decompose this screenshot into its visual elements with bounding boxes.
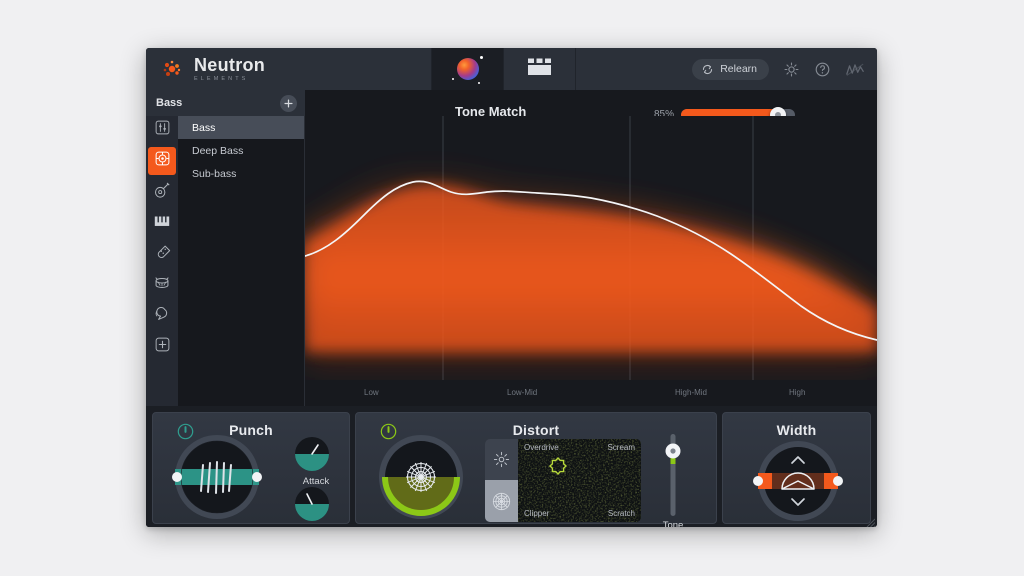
gradient-sphere-icon (457, 58, 479, 80)
sidebar-item-vocals[interactable] (148, 302, 176, 330)
relearn-button[interactable]: Relearn (692, 59, 769, 80)
tone-label: Tone (650, 520, 696, 527)
drum-icon (153, 274, 171, 296)
distort-mode-group (485, 439, 518, 522)
gear-icon[interactable] (783, 61, 800, 78)
punch-amount-knob[interactable] (167, 429, 267, 525)
distort-module: Distort (355, 412, 717, 524)
piano-keys-icon (153, 213, 171, 234)
plus-icon (284, 99, 293, 108)
list-item[interactable]: Bass (178, 116, 304, 139)
frequency-band-labels: Low Low-Mid High-Mid High (305, 388, 877, 402)
brand-name: Neutron (194, 56, 265, 74)
list-item[interactable]: Sub-bass (178, 162, 304, 185)
xy-label-overdrive: Overdrive (524, 443, 559, 452)
add-plus-icon (154, 336, 171, 358)
brand-logo-area: Neutron ELEMENTS (146, 48, 431, 90)
width-module: Width (722, 412, 871, 524)
header-tabs (431, 48, 575, 90)
sidebar-item-bass[interactable] (148, 147, 176, 175)
preset-header: Bass (146, 90, 305, 116)
waveform-icon[interactable] (845, 61, 865, 78)
band-label-low-mid: Low-Mid (507, 388, 537, 397)
header-actions: Relearn (575, 48, 877, 90)
sidebar-item-mixer[interactable] (148, 116, 176, 144)
attack-knob[interactable] (293, 435, 331, 473)
sidebar-item-add[interactable] (148, 333, 176, 361)
mandala-icon (492, 492, 511, 511)
preset-header-label: Bass (156, 97, 182, 109)
guitar-icon (153, 181, 171, 204)
sustain-label: Sustain (293, 526, 339, 527)
mandala-mode-button[interactable] (485, 480, 518, 522)
brand-subtitle: ELEMENTS (194, 77, 265, 83)
vocals-icon (153, 305, 171, 328)
band-label-low: Low (364, 388, 379, 397)
band-label-high-mid: High-Mid (675, 388, 707, 397)
preset-item-label: Sub-bass (192, 168, 236, 180)
preset-item-label: Bass (192, 122, 215, 134)
bass-target-icon (154, 150, 171, 172)
refresh-circle-icon (701, 63, 714, 76)
app-header: Neutron ELEMENTS (146, 48, 877, 90)
faders-icon (154, 119, 171, 141)
add-preset-button[interactable] (280, 95, 297, 112)
module-rack-icon (527, 58, 553, 81)
resize-grip[interactable] (864, 514, 875, 525)
distort-amount-knob[interactable] (372, 429, 470, 525)
distort-xy-pad[interactable]: Overdrive Scream Clipper Scratch (518, 439, 641, 522)
band-label-high: High (789, 388, 805, 397)
modules-rack: Punch (146, 406, 877, 527)
xy-label-scream: Scream (607, 443, 635, 452)
spectrum-svg (305, 116, 877, 380)
xy-label-scratch: Scratch (608, 509, 635, 518)
list-item[interactable]: Deep Bass (178, 139, 304, 162)
burst-icon (493, 451, 510, 468)
sidebar-item-horns[interactable] (148, 240, 176, 268)
preset-item-label: Deep Bass (192, 145, 243, 157)
sidebar-item-keys[interactable] (148, 209, 176, 237)
tone-match-tab[interactable] (431, 48, 503, 90)
punch-module: Punch (152, 412, 350, 524)
neutron-atom-icon (160, 57, 184, 81)
xy-label-clipper: Clipper (524, 509, 549, 518)
question-mark-icon[interactable] (814, 61, 831, 78)
sustain-knob[interactable] (293, 485, 331, 523)
saxophone-icon (153, 243, 171, 266)
width-knob[interactable] (748, 435, 848, 527)
mandala-icon (406, 462, 436, 492)
sidebar-item-guitar[interactable] (148, 178, 176, 206)
modules-tab[interactable] (503, 48, 575, 90)
sidebar-item-drums[interactable] (148, 271, 176, 299)
tone-match-spectrum-graph (305, 116, 877, 380)
distort-tone-slider[interactable] (662, 432, 684, 518)
preset-dropdown-list: Bass Deep Bass Sub-bass (178, 116, 305, 406)
relearn-label: Relearn (720, 63, 757, 75)
plugin-window: Neutron ELEMENTS (146, 48, 877, 527)
burst-mode-button[interactable] (485, 439, 518, 480)
